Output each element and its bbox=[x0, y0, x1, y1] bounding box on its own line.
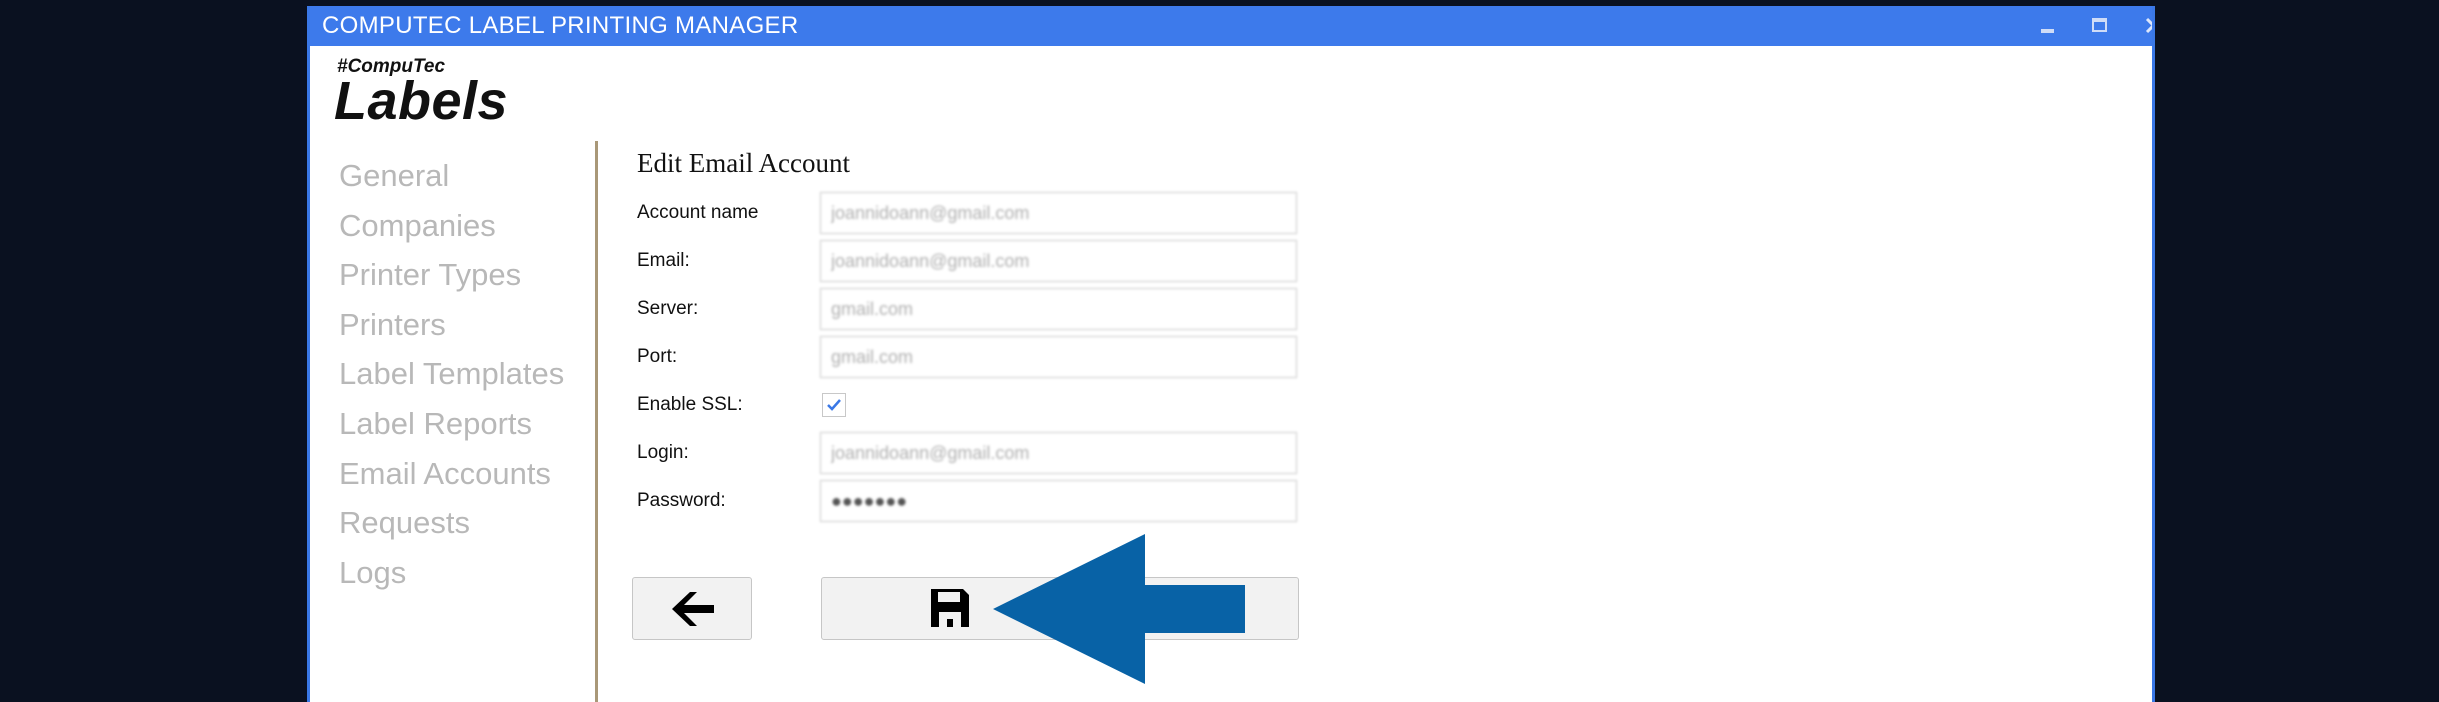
sidebar-item-email-accounts[interactable]: Email Accounts bbox=[339, 449, 564, 499]
port-input[interactable] bbox=[820, 336, 1297, 378]
page-title: Edit Email Account bbox=[637, 148, 850, 178]
server-label: Server: bbox=[637, 298, 699, 319]
sidebar-item-requests[interactable]: Requests bbox=[339, 498, 564, 548]
server-input[interactable] bbox=[820, 288, 1297, 330]
sidebar-item-logs[interactable]: Logs bbox=[339, 548, 564, 598]
login-input[interactable] bbox=[820, 432, 1297, 474]
sidebar-item-printer-types[interactable]: Printer Types bbox=[339, 250, 564, 300]
login-label: Login: bbox=[637, 442, 689, 463]
sidebar-item-label-templates[interactable]: Label Templates bbox=[339, 349, 564, 399]
close-icon bbox=[2145, 17, 2152, 34]
email-label: Email: bbox=[637, 250, 690, 271]
port-label: Port: bbox=[637, 346, 678, 367]
minimize-button[interactable] bbox=[2023, 6, 2073, 46]
close-button[interactable] bbox=[2129, 6, 2152, 46]
account-name-input[interactable] bbox=[820, 192, 1297, 234]
password-input[interactable] bbox=[820, 480, 1297, 522]
checkmark-icon bbox=[827, 399, 841, 411]
email-row: Email: bbox=[637, 240, 1307, 282]
arrow-left-icon bbox=[672, 592, 714, 626]
maximize-icon bbox=[2092, 18, 2107, 32]
window-title: COMPUTEC LABEL PRINTING MANAGER bbox=[322, 12, 799, 39]
account-name-row: Account name bbox=[637, 192, 1307, 234]
enable-ssl-checkbox[interactable] bbox=[822, 393, 846, 417]
password-row: Password: bbox=[637, 480, 1307, 522]
login-row: Login: bbox=[637, 432, 1307, 474]
password-label: Password: bbox=[637, 490, 726, 511]
sidebar-item-general[interactable]: General bbox=[339, 151, 564, 201]
back-button[interactable] bbox=[632, 577, 752, 640]
account-name-label: Account name bbox=[637, 202, 759, 223]
maximize-button[interactable] bbox=[2075, 6, 2125, 46]
sidebar-item-label-reports[interactable]: Label Reports bbox=[339, 399, 564, 449]
minimize-icon bbox=[2041, 29, 2054, 33]
server-row: Server: bbox=[637, 288, 1307, 330]
enable-ssl-label: Enable SSL: bbox=[637, 394, 743, 415]
sidebar-item-companies[interactable]: Companies bbox=[339, 201, 564, 251]
logo-wordmark: Labels bbox=[334, 71, 509, 131]
email-input[interactable] bbox=[820, 240, 1297, 282]
floppy-disk-icon bbox=[931, 589, 969, 627]
sidebar-nav: General Companies Printer Types Printers… bbox=[339, 151, 564, 597]
annotation-arrow-icon bbox=[993, 534, 1245, 684]
title-bar[interactable]: COMPUTEC LABEL PRINTING MANAGER bbox=[310, 6, 2152, 46]
sidebar-divider bbox=[595, 141, 598, 702]
sidebar-item-printers[interactable]: Printers bbox=[339, 300, 564, 350]
port-row: Port: bbox=[637, 336, 1307, 378]
enable-ssl-row: Enable SSL: bbox=[637, 384, 1307, 426]
